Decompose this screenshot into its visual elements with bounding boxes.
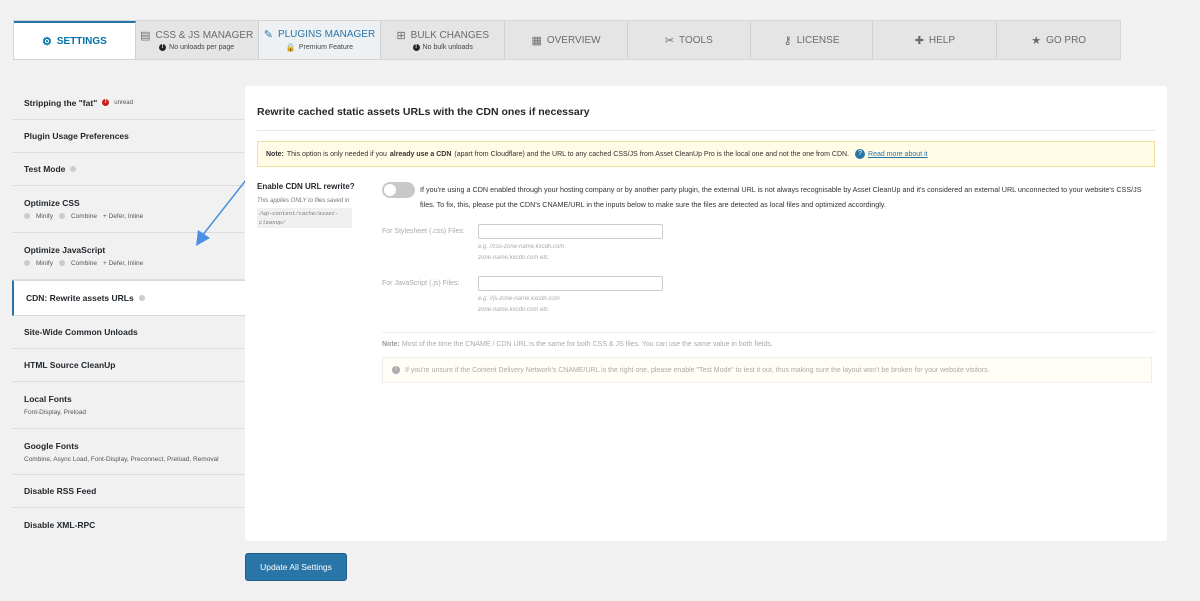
wrench-icon: ✂	[664, 34, 675, 47]
css-field-label: For Stylesheet (.css) Files:	[382, 228, 465, 235]
panel-title: Rewrite cached static assets URLs with t…	[257, 106, 1155, 131]
option-label: Enable CDN URL rewrite?	[257, 182, 355, 191]
status-dot-icon	[70, 166, 77, 172]
bottom-note: Note: Most of the time the CNAME / CDN U…	[382, 341, 773, 348]
key-icon: ⚷	[783, 34, 792, 47]
js-cdn-input[interactable]	[478, 276, 663, 291]
status-dot-icon	[24, 260, 30, 266]
document-icon: ▦	[531, 34, 542, 47]
info-icon: !	[412, 44, 420, 51]
star-icon: ★	[1031, 34, 1042, 47]
sidebar-item-plugin-usage[interactable]: Plugin Usage Preferences	[12, 120, 245, 153]
tab-go-pro[interactable]: ★ GO PRO	[997, 21, 1120, 59]
status-dot-icon	[58, 213, 65, 219]
cdn-settings-panel: Rewrite cached static assets URLs with t…	[245, 86, 1167, 541]
lock-icon: 🔒	[285, 43, 296, 52]
top-tab-bar: ⚙ SETTINGS ▤ CSS & JS MANAGER ! No unloads …	[13, 20, 1121, 60]
gear-icon: ⚙	[41, 35, 52, 48]
sidebar-item-disable-xmlrpc[interactable]: Disable XML-RPC	[12, 508, 245, 541]
sidebar-item-html-cleanup[interactable]: HTML Source CleanUp	[12, 349, 245, 382]
tab-overview[interactable]: ▦ OVERVIEW	[505, 21, 628, 59]
css-cdn-input[interactable]	[478, 224, 663, 239]
css-field-hint: e.g. //css-zone-name.kxcdn.com zone-name…	[478, 244, 565, 261]
cdn-rewrite-option: Enable CDN URL rewrite? This applies ONL…	[257, 182, 1155, 383]
tab-bulk-changes[interactable]: ⊞ BULK CHANGES ! No bulk unloads	[381, 21, 506, 59]
update-all-settings-button[interactable]: Update All Settings	[245, 553, 347, 581]
tab-license[interactable]: ⚷ LICENSE	[751, 21, 874, 59]
cdn-note: Note: This option is only needed if you …	[257, 141, 1155, 167]
test-mode-info: ! If you're unsure if the Content Delive…	[382, 357, 1152, 383]
cdn-rewrite-toggle[interactable]	[382, 182, 415, 198]
option-description: If you're using a CDN enabled through yo…	[420, 185, 1142, 209]
js-cdn-field: For JavaScript (.js) Files:	[382, 276, 1155, 291]
sidebar-item-disable-rss[interactable]: Disable RSS Feed	[12, 475, 245, 508]
option-hint: This applies ONLY to files saved in /wp-…	[257, 197, 382, 228]
help-icon: ?	[855, 149, 866, 159]
info-icon: !	[392, 366, 400, 374]
file-icon: ▤	[140, 30, 151, 42]
js-field-label: For JavaScript (.js) Files:	[382, 280, 460, 287]
tab-plugins-manager[interactable]: ✎ PLUGINS MANAGER 🔒 Premium Feature	[258, 21, 382, 59]
read-more-link[interactable]: Read more about it	[868, 151, 928, 158]
tab-css-js-manager[interactable]: ▤ CSS & JS MANAGER ! No unloads per page	[136, 21, 259, 59]
sidebar-item-site-wide-unloads[interactable]: Site-Wide Common Unloads	[12, 316, 245, 349]
sidebar-item-stripping-fat[interactable]: Stripping the "fat"! unread	[12, 86, 245, 120]
status-dot-icon	[138, 295, 145, 301]
info-icon: !	[159, 44, 167, 51]
annotation-arrow	[196, 179, 247, 246]
divider	[382, 332, 1155, 333]
js-field-hint: e.g. //js-zone-name.kxcdn.com zone-name.…	[478, 296, 560, 313]
tab-settings[interactable]: ⚙ SETTINGS	[14, 21, 136, 59]
lifebuoy-icon: ✚	[914, 34, 924, 47]
css-cdn-field: For Stylesheet (.css) Files:	[382, 224, 1155, 239]
alert-icon: !	[102, 99, 110, 106]
sidebar-item-google-fonts[interactable]: Google Fonts Combine, Async Load, Font-D…	[12, 429, 245, 475]
tab-help[interactable]: ✚ HELP	[873, 21, 998, 59]
sidebar-item-local-fonts[interactable]: Local Fonts Font-Display, Preload	[12, 382, 245, 429]
plug-icon: ✎	[263, 29, 273, 41]
sitemap-icon: ⊞	[396, 30, 406, 42]
settings-sidebar: Stripping the "fat"! unread Plugin Usage …	[12, 86, 247, 541]
status-dot-icon	[58, 260, 65, 266]
status-dot-icon	[24, 213, 30, 219]
tab-tools[interactable]: ✂ TOOLS	[628, 21, 751, 59]
sidebar-item-cdn-rewrite[interactable]: CDN: Rewrite assets URLs	[12, 280, 247, 316]
cache-path: /wp-content/cache/asset-cleanup/	[257, 208, 352, 228]
